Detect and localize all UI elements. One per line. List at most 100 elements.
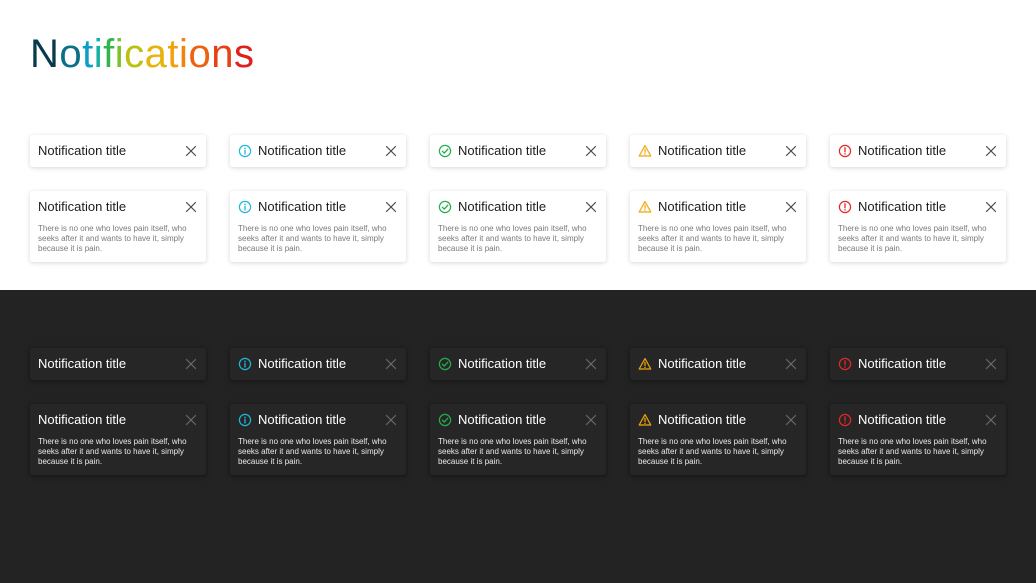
close-icon[interactable] xyxy=(384,144,398,158)
close-icon[interactable] xyxy=(784,413,798,427)
notification-header: Notification title xyxy=(438,143,598,159)
notification-header: Notification title xyxy=(38,143,198,159)
notification-header: Notification title xyxy=(638,356,798,372)
notification-title: Notification title xyxy=(38,143,127,158)
info-icon xyxy=(238,144,252,158)
notification-body: There is no one who loves pain itself, w… xyxy=(438,224,587,253)
notification-body: There is no one who loves pain itself, w… xyxy=(38,437,187,466)
close-icon[interactable] xyxy=(784,200,798,214)
notification-info-with-description: Notification title There is no one who lo… xyxy=(230,191,406,262)
notification-header: Notification title xyxy=(38,412,198,428)
page-title-letter: N xyxy=(30,32,60,76)
notification-title: Notification title xyxy=(658,412,747,427)
close-icon[interactable] xyxy=(584,200,598,214)
notification-header: Notification title xyxy=(238,356,398,372)
dark-theme-section: Notification title Notification title Noti… xyxy=(0,290,1036,583)
close-icon[interactable] xyxy=(384,357,398,371)
notification-header: Notification title xyxy=(238,412,398,428)
close-icon[interactable] xyxy=(584,413,598,427)
page-title-letter: s xyxy=(233,32,255,76)
close-icon[interactable] xyxy=(784,357,798,371)
notification-title: Notification title xyxy=(258,143,347,158)
error-circle-icon xyxy=(838,200,852,214)
notification-body: There is no one who loves pain itself, w… xyxy=(238,224,387,253)
notification-body: There is no one who loves pain itself, w… xyxy=(638,437,787,466)
close-icon[interactable] xyxy=(184,200,198,214)
notification-header: Notification title xyxy=(838,199,998,215)
notification-default: Notification title xyxy=(30,348,206,380)
check-circle-icon xyxy=(438,144,452,158)
close-icon[interactable] xyxy=(184,413,198,427)
notification-header: Notification title xyxy=(638,199,798,215)
close-icon[interactable] xyxy=(784,144,798,158)
notification-info-with-description: Notification title There is no one who lo… xyxy=(230,404,406,475)
check-circle-icon xyxy=(438,413,452,427)
notification-default-with-description: Notification title There is no one who lo… xyxy=(30,404,206,475)
page-title-letter: o xyxy=(188,32,212,76)
notification-header: Notification title xyxy=(38,356,198,372)
notification-error: Notification title xyxy=(830,135,1006,167)
info-icon xyxy=(238,357,252,371)
notification-title: Notification title xyxy=(258,356,347,371)
check-circle-icon xyxy=(438,357,452,371)
notification-title: Notification title xyxy=(38,356,127,371)
close-icon[interactable] xyxy=(984,413,998,427)
notification-header: Notification title xyxy=(238,143,398,159)
page-title-letter: i xyxy=(179,32,189,76)
page-title-letter: f xyxy=(103,32,115,76)
page-title: Notifications xyxy=(30,30,254,78)
notification-body: There is no one who loves pain itself, w… xyxy=(38,224,187,253)
notification-body: There is no one who loves pain itself, w… xyxy=(238,437,387,466)
page-title-letter: a xyxy=(144,32,168,76)
notification-title: Notification title xyxy=(458,199,547,214)
close-icon[interactable] xyxy=(984,357,998,371)
close-icon[interactable] xyxy=(384,200,398,214)
notification-warning: Notification title xyxy=(630,135,806,167)
page-title-letter: o xyxy=(59,32,83,76)
page-title-letter: t xyxy=(82,32,94,76)
close-icon[interactable] xyxy=(984,144,998,158)
notification-error: Notification title xyxy=(830,348,1006,380)
notification-warning: Notification title xyxy=(630,348,806,380)
notification-header: Notification title xyxy=(638,143,798,159)
page-title-letter: i xyxy=(114,32,125,76)
notification-error-with-description: Notification title There is no one who lo… xyxy=(830,404,1006,475)
page-title-letter: t xyxy=(167,32,180,76)
info-icon xyxy=(238,200,252,214)
close-icon[interactable] xyxy=(184,357,198,371)
notification-title: Notification title xyxy=(858,143,947,158)
light-theme-section: Notifications Notification title Notifica… xyxy=(0,0,1036,290)
error-circle-icon xyxy=(838,413,852,427)
notification-body: There is no one who loves pain itself, w… xyxy=(838,437,987,466)
notification-success-with-description: Notification title There is no one who lo… xyxy=(430,191,606,262)
notification-body: There is no one who loves pain itself, w… xyxy=(438,437,587,466)
notification-title: Notification title xyxy=(858,412,947,427)
notification-title: Notification title xyxy=(38,199,127,214)
warning-triangle-icon xyxy=(638,413,652,427)
close-icon[interactable] xyxy=(384,413,398,427)
notification-title: Notification title xyxy=(658,199,747,214)
notification-header: Notification title xyxy=(438,199,598,215)
notification-title: Notification title xyxy=(458,143,547,158)
notification-body: There is no one who loves pain itself, w… xyxy=(638,224,787,253)
notification-header: Notification title xyxy=(238,199,398,215)
notification-title: Notification title xyxy=(458,356,547,371)
check-circle-icon xyxy=(438,200,452,214)
notification-header: Notification title xyxy=(838,143,998,159)
notification-header: Notification title xyxy=(38,199,198,215)
notification-body: There is no one who loves pain itself, w… xyxy=(838,224,987,253)
notification-title: Notification title xyxy=(858,199,947,214)
close-icon[interactable] xyxy=(184,144,198,158)
notification-warning-with-description: Notification title There is no one who lo… xyxy=(630,404,806,475)
notification-warning-with-description: Notification title There is no one who lo… xyxy=(630,191,806,262)
page-title-letter: i xyxy=(93,32,104,76)
notification-error-with-description: Notification title There is no one who lo… xyxy=(830,191,1006,262)
notification-default: Notification title xyxy=(30,135,206,167)
error-circle-icon xyxy=(838,357,852,371)
notification-header: Notification title xyxy=(638,412,798,428)
notification-info: Notification title xyxy=(230,135,406,167)
notification-title: Notification title xyxy=(658,143,747,158)
close-icon[interactable] xyxy=(584,144,598,158)
close-icon[interactable] xyxy=(584,357,598,371)
close-icon[interactable] xyxy=(984,200,998,214)
